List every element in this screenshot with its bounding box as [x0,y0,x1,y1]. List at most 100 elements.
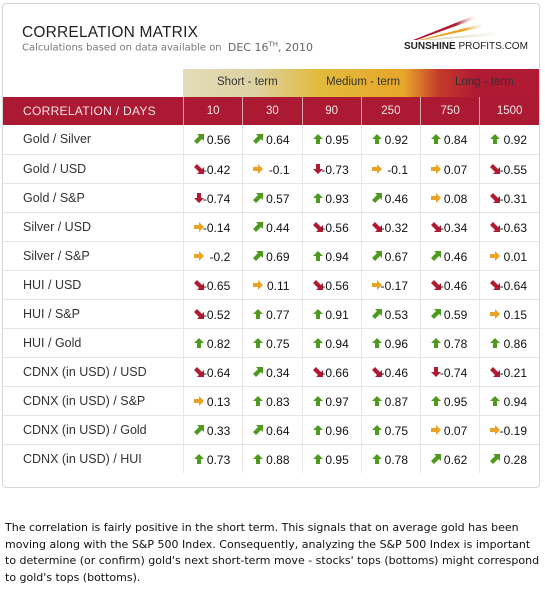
sunshine-logo-icon [413,16,495,40]
correlation-value: -0.63 [499,220,527,235]
correlation-cell: -0.42 [183,153,244,183]
column-header: 30 [242,97,303,125]
arrow-up-icon [490,337,501,348]
correlation-value: -0.21 [499,365,527,380]
correlation-cell: 0.93 [302,182,362,212]
row-label: CDNX (in USD) / USD [3,356,184,386]
correlation-cell: 0.53 [361,298,422,328]
arrow-up-right-icon [194,424,204,435]
arrow-right-icon [194,250,204,261]
arrow-up-right-icon [431,308,441,319]
logo-bold: SUNSHINE [404,41,456,52]
arrow-up-right-icon [431,453,441,464]
correlation-value: 0.82 [206,336,231,351]
arrow-right-icon [490,250,501,261]
row-label: Gold / USD [3,153,184,183]
correlation-cell: 0.13 [183,385,244,415]
arrow-up-icon [253,308,264,319]
arrow-right-icon [194,395,204,406]
correlation-value: 0.07 [443,423,468,438]
correlation-cell: 0.59 [420,298,481,328]
correlation-value: -0.56 [321,278,349,293]
correlation-value: -0.64 [499,278,527,293]
arrow-up-icon [194,337,204,348]
correlation-cell: -0.1 [242,153,303,183]
correlation-cell: 0.28 [479,443,539,473]
arrow-up-right-icon [253,250,264,261]
correlation-cell: 0.64 [242,125,303,154]
correlation-cell: -0.19 [479,414,539,444]
arrow-up-icon [312,134,323,144]
arrow-up-icon [431,134,441,144]
correlation-cell: -0.21 [479,356,539,386]
row-label: CDNX (in USD) / Gold [3,414,184,444]
correlation-value: 0.78 [384,452,408,467]
column-header: 1500 [479,97,539,125]
correlation-cell: -0.74 [420,356,481,386]
correlation-cell: 0.95 [302,125,362,154]
header-row: CORRELATION / DAYS 10 30 90 250 750 1500 [3,97,539,125]
arrow-up-icon [253,453,264,464]
correlation-value: 0.53 [384,307,408,322]
arrow-up-icon [490,134,501,144]
correlation-cell: 0.08 [420,182,481,212]
correlation-value: 0.75 [384,423,408,438]
table-row: HUI / S&P -0.52 0.77 0.91 0.53 0.59 0.15 [3,298,539,328]
band-medium-term: Medium - term [326,76,401,88]
arrow-up-right-icon [490,453,501,464]
arrow-up-icon [194,453,204,464]
correlation-cell: 0.78 [361,443,422,473]
correlation-cell: 0.83 [242,385,303,415]
correlation-value: -0.55 [499,162,527,177]
correlation-cell: 0.96 [302,414,362,444]
correlation-value: 0.01 [503,249,527,264]
table-row: HUI / Gold 0.82 0.75 0.94 0.96 0.78 0.86 [3,327,539,357]
arrow-up-right-icon [371,308,382,319]
correlation-cell: 0.11 [242,269,303,299]
correlation-value: 0.28 [503,452,527,467]
correlation-cell: 0.15 [479,298,539,328]
correlation-value: 0.75 [266,336,290,351]
arrow-up-icon [490,395,501,406]
correlation-cell: 0.34 [242,356,303,386]
data-date: DEC 16TH, 2010 [228,40,313,54]
arrow-up-right-icon [371,250,382,261]
correlation-cell: 0.56 [183,125,244,154]
correlation-cell: -0.32 [361,211,422,241]
correlation-cell: 0.67 [361,240,422,270]
correlation-cell: 0.87 [361,385,422,415]
table-row: Gold / USD -0.42 -0.1 -0.73 -0.1 0.07 -0.55 [3,153,539,183]
correlation-value: -0.46 [380,365,408,380]
arrow-up-right-icon [431,250,441,261]
correlation-value: 0.13 [206,394,231,409]
row-label: Gold / S&P [3,182,184,212]
arrow-up-icon [312,192,323,203]
arrow-right-icon [253,163,264,174]
arrow-right-icon [253,279,264,290]
row-label: HUI / USD [3,269,184,299]
correlation-value: 0.94 [325,249,349,264]
band-long-term: Long - term [455,76,514,88]
arrow-up-icon [371,395,382,406]
band-short-term: Short - term [217,76,278,88]
correlation-value: 0.84 [443,133,468,147]
correlation-cell: -0.73 [302,153,362,183]
correlation-value: -0.34 [439,220,468,235]
table-row: HUI / USD -0.65 0.11 -0.56 -0.17 -0.46 -0.64 [3,269,539,299]
row-label: CDNX (in USD) / S&P [3,385,184,415]
correlation-value: 0.64 [266,423,290,438]
arrow-up-right-icon [253,424,264,435]
correlation-cell: 0.75 [361,414,422,444]
correlation-cell: -0.46 [420,269,481,299]
correlation-cell: -0.2 [183,240,244,270]
correlation-value: -0.1 [268,162,290,177]
arrow-right-icon [431,192,441,203]
arrow-right-icon [431,424,441,435]
row-label: CDNX (in USD) / HUI [3,443,184,473]
arrow-up-icon [312,337,323,348]
correlation-value: -0.74 [439,365,468,380]
correlation-value: 0.69 [266,249,290,264]
correlation-cell: 0.94 [302,240,362,270]
correlation-value: 0.59 [443,307,468,322]
date-suffix: TH [268,40,278,48]
